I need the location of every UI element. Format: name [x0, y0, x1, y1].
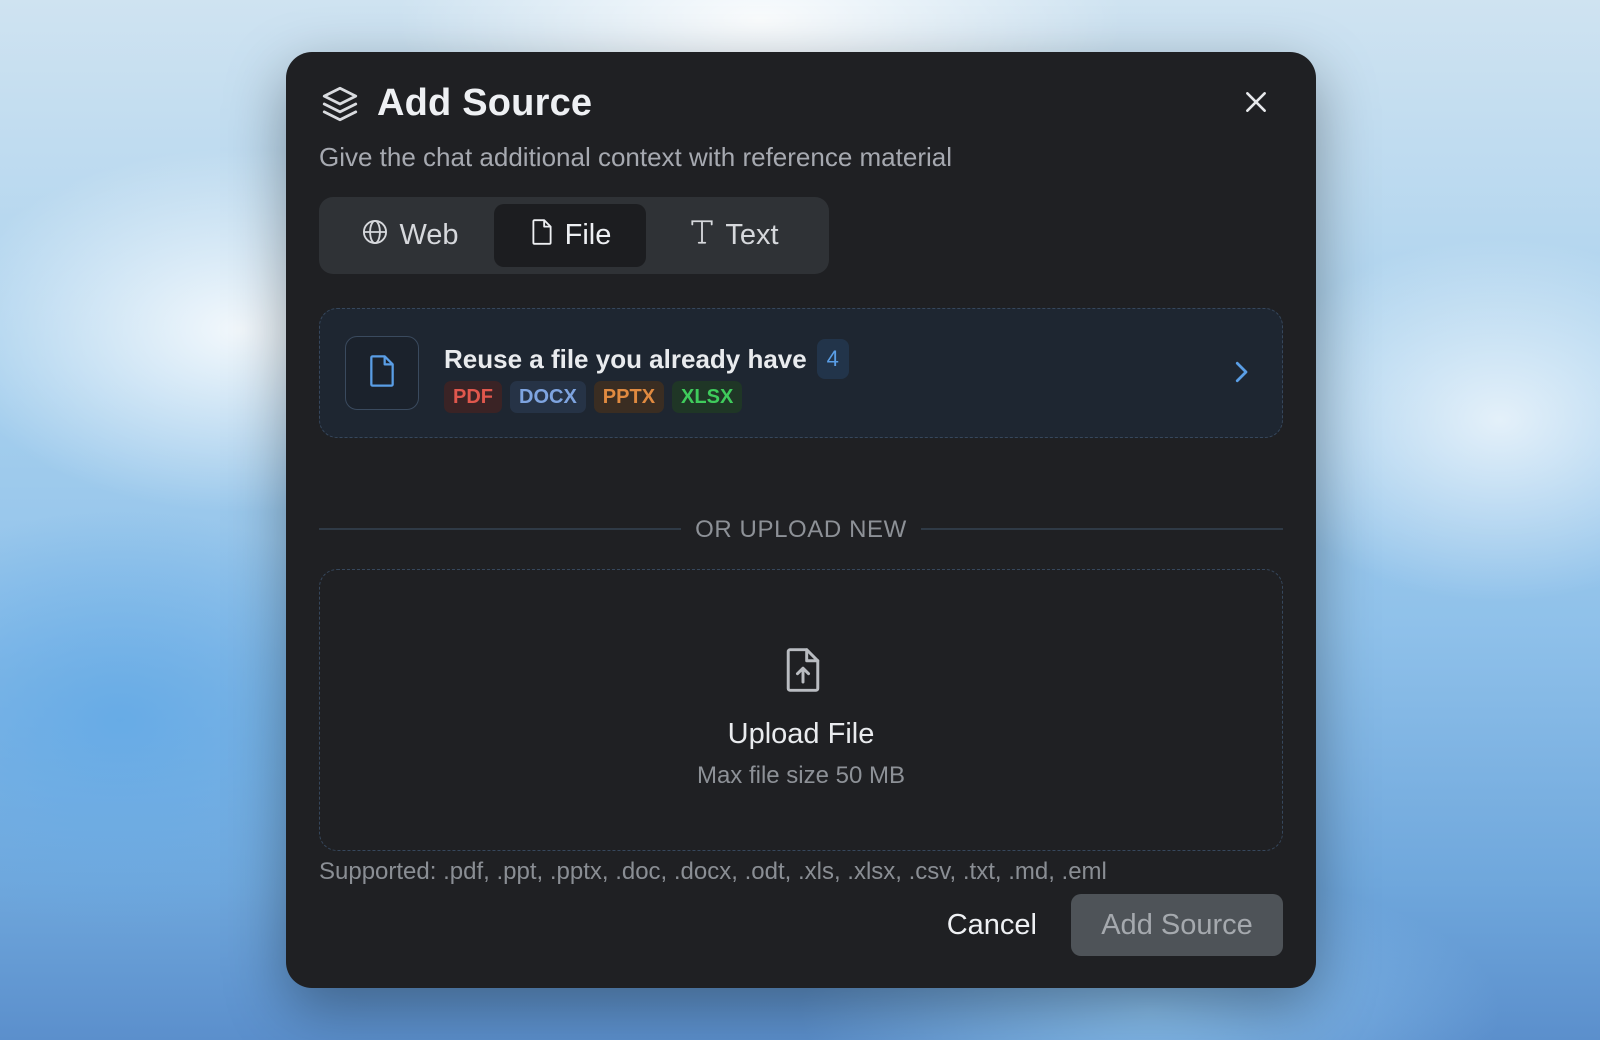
cancel-button[interactable]: Cancel [947, 909, 1037, 942]
tab-label: File [564, 219, 612, 251]
close-icon [1243, 89, 1269, 120]
dialog-title: Add Source [377, 82, 593, 124]
layers-icon [319, 83, 361, 125]
upload-size-limit: Max file size 50 MB [696, 762, 906, 789]
tab-label: Text [725, 219, 779, 251]
chevron-right-icon [1226, 357, 1256, 387]
add-source-button[interactable]: Add Source [1071, 894, 1283, 956]
or-divider: OR UPLOAD NEW [319, 514, 1283, 544]
file-count-badge: 4 [816, 339, 849, 379]
tag-docx: DOCX [510, 381, 586, 413]
add-source-dialog: Add Source Give the chat additional cont… [286, 52, 1316, 988]
file-upload-icon [780, 646, 826, 694]
globe-icon [361, 218, 389, 254]
tag-xlsx: XLSX [672, 381, 743, 413]
tab-label: Web [399, 219, 459, 251]
divider-line [921, 528, 1283, 530]
dialog-footer: Cancel Add Source [947, 894, 1283, 956]
reuse-title: Reuse a file you already have [444, 343, 807, 374]
reuse-existing-file-card[interactable]: Reuse a file you already have 4 PDF DOCX… [319, 308, 1283, 438]
upload-dropzone[interactable]: Upload File Max file size 50 MB [319, 569, 1283, 851]
divider-label: OR UPLOAD NEW [695, 516, 907, 543]
source-type-tabs: Web File Text [319, 197, 829, 274]
close-button[interactable] [1238, 86, 1274, 122]
tag-pdf: PDF [444, 381, 502, 413]
text-icon [689, 218, 715, 254]
supported-formats-text: Supported: .pdf, .ppt, .pptx, .doc, .doc… [319, 858, 1107, 885]
tab-web[interactable]: Web [326, 204, 494, 267]
dialog-subtitle: Give the chat additional context with re… [319, 142, 953, 172]
tab-file[interactable]: File [494, 204, 646, 267]
dialog-header: Add Source [319, 82, 592, 125]
reuse-file-icon-box [345, 336, 419, 410]
file-icon [366, 353, 398, 394]
reuse-title-row: Reuse a file you already have 4 [444, 339, 849, 379]
file-type-tags: PDF DOCX PPTX XLSX [444, 381, 743, 413]
upload-title: Upload File [727, 718, 875, 750]
tab-text[interactable]: Text [646, 204, 822, 267]
tag-pptx: PPTX [593, 381, 665, 413]
file-icon [529, 218, 555, 254]
